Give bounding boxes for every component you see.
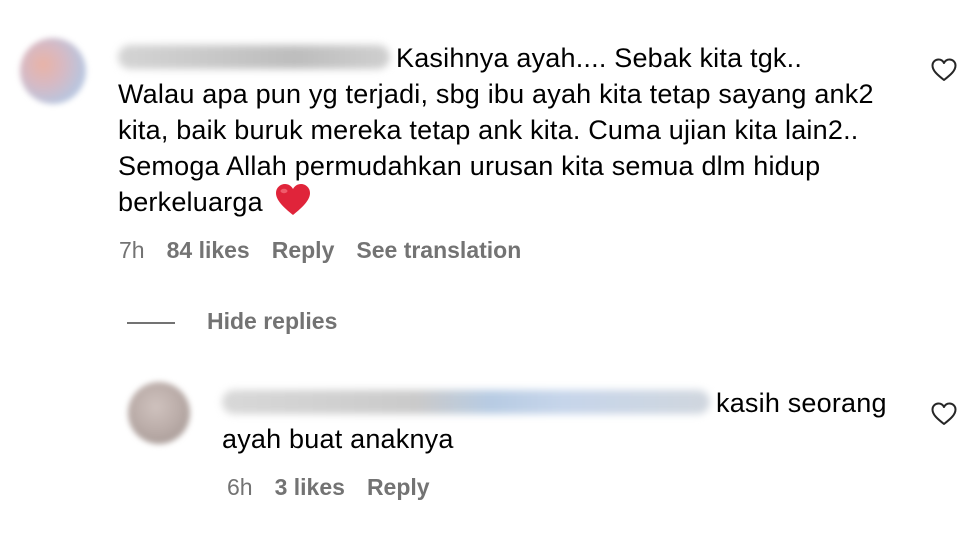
comment-timestamp: 7h (119, 237, 145, 263)
comment-meta: 7h 84 likes Reply See translation (119, 237, 543, 264)
comment-reply-button[interactable]: Reply (272, 237, 335, 263)
reply-timestamp: 6h (227, 474, 253, 500)
reply-meta: 6h 3 likes Reply (227, 474, 452, 501)
red-heart-emoji-icon (275, 183, 310, 215)
hide-replies-button[interactable]: Hide replies (207, 308, 337, 335)
reply-avatar[interactable] (128, 382, 190, 444)
comment-likes-count[interactable]: 84 likes (167, 237, 250, 263)
reply-likes-count[interactable]: 3 likes (275, 474, 345, 500)
comment-text-rest: Walau apa pun yg terjadi, sbg ibu ayah k… (118, 79, 874, 217)
comment-body: Kasihnya ayah.... Sebak kita tgk.. Walau… (118, 40, 908, 221)
heart-outline-icon[interactable] (931, 58, 957, 82)
reply-body: kasih seorang ayah buat anaknya (222, 385, 912, 457)
hide-replies-divider (127, 322, 175, 324)
heart-outline-icon[interactable] (931, 402, 957, 426)
see-translation-button[interactable]: See translation (356, 237, 521, 263)
reply-username-blurred[interactable] (222, 389, 710, 414)
comment-text-line1: Kasihnya ayah.... Sebak kita tgk.. (396, 43, 803, 73)
commenter-avatar[interactable] (20, 38, 86, 104)
commenter-username-blurred[interactable] (118, 44, 390, 69)
reply-reply-button[interactable]: Reply (367, 474, 430, 500)
